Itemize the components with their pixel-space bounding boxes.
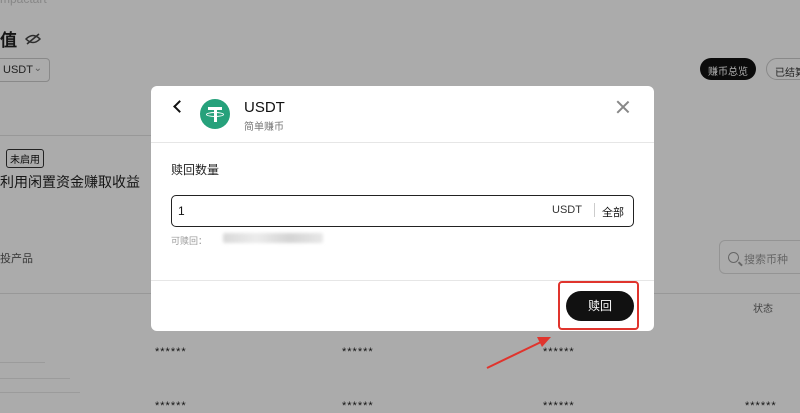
available-amount-redacted (223, 233, 323, 243)
back-button[interactable] (167, 96, 187, 118)
annotation-highlight-box (558, 281, 639, 330)
max-all-button[interactable]: 全部 (602, 204, 624, 220)
chevron-left-icon (173, 100, 186, 113)
amount-field[interactable]: USDT 全部 (171, 195, 634, 227)
coin-subtitle: 简单赚币 (244, 122, 284, 133)
separator (594, 203, 595, 217)
amount-label: 赎回数量 (171, 163, 220, 177)
header-divider (151, 142, 654, 143)
unit-label: USDT (552, 204, 582, 216)
available-label: 可赎回： (171, 236, 208, 246)
coin-name: USDT (244, 99, 285, 116)
tether-logo-icon (200, 99, 230, 129)
amount-input[interactable] (178, 202, 538, 220)
close-icon[interactable] (615, 99, 631, 115)
